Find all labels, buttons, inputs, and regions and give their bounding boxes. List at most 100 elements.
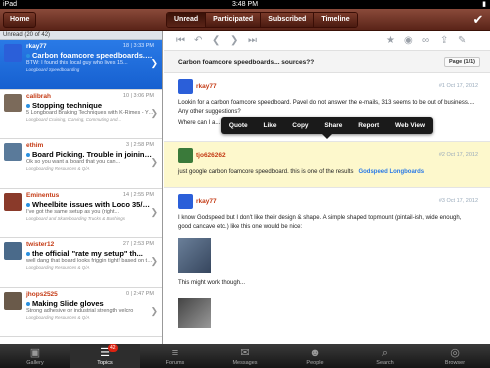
messages-icon: ✉ <box>240 347 250 359</box>
topic-title: Carbon foamcore speedboards... sources?? <box>26 51 154 60</box>
post-author[interactable]: tjo626262 <box>196 152 226 159</box>
tab-participated[interactable]: Participated <box>206 13 262 27</box>
topic-title-text: Making Slide gloves <box>32 298 104 308</box>
topic-snippet: 5 Longboard Braking Techniques with K-Ri… <box>26 109 154 116</box>
topic-title-text: Board Picking. Trouble in joining the lo… <box>32 150 154 159</box>
quote-menu-item[interactable]: Quote <box>229 122 248 129</box>
compass-icon[interactable]: ◉ <box>404 34 413 48</box>
topic-title-text: Stopping technique <box>32 100 102 110</box>
first-page-icon[interactable]: ⏮ <box>176 34 185 48</box>
chevron-right-icon: ❯ <box>150 157 158 167</box>
topic-row[interactable]: jhops2525 0 | 2:47 PM Making Slide gloves S… <box>0 288 162 337</box>
topic-title-text: Wheelbite issues with Loco 35/Polar Bear… <box>32 199 154 209</box>
thread-title-bar: Carbon foamcore speedboards... sources??… <box>164 51 490 73</box>
post-3[interactable]: rkay77 #3 Oct 17, 2012 I know Godspeed b… <box>164 188 490 344</box>
tab-gallery[interactable]: ▣ Gallery <box>0 344 70 368</box>
tab-topics[interactable]: ☰ 42 Topics <box>70 344 140 368</box>
topic-title: Board Picking. Trouble in joining the lo… <box>26 150 154 159</box>
avatar <box>178 79 193 94</box>
glasses-icon[interactable]: ∞ <box>422 34 429 48</box>
page-button[interactable]: Page (1/1) <box>444 57 480 67</box>
unread-badge: 42 <box>108 344 118 352</box>
list-header: Unread (20 of 42) <box>0 31 162 40</box>
post-image[interactable] <box>178 298 211 328</box>
topic-row[interactable]: Eminentus 14 | 2:55 PM Wheelbite issues wi… <box>0 189 162 238</box>
topic-forum: Longboarding Resources & Q/A <box>26 314 90 320</box>
post-2[interactable]: tjo626262 #2 Oct 17, 2012 just google ca… <box>164 142 490 188</box>
filter-segmented-control: Unread Participated Subscribed Timeline <box>166 12 358 28</box>
star-icon[interactable]: ★ <box>386 34 395 48</box>
topic-row[interactable]: rkay77 18 | 3:33 PM Carbon foamcore speedb… <box>0 40 162 90</box>
forums-icon: ≡ <box>171 347 179 359</box>
post-image[interactable] <box>178 238 211 273</box>
avatar <box>178 194 193 209</box>
topic-title: Making Slide gloves <box>26 299 154 308</box>
topic-forum: Longboard and Skateboarding Trucks & Bus… <box>26 215 125 221</box>
unread-dot-icon <box>26 153 30 158</box>
unread-dot-icon <box>26 301 30 306</box>
tab-timeline[interactable]: Timeline <box>314 13 357 27</box>
report-menu-item[interactable]: Report <box>358 122 379 129</box>
tab-unread[interactable]: Unread <box>167 13 207 27</box>
reply-icon[interactable]: ✎ <box>458 34 466 48</box>
unread-dot-icon <box>26 54 30 59</box>
mark-read-icon[interactable]: ✔ <box>470 12 486 28</box>
topic-meta: 10 | 3:06 PM <box>122 92 154 99</box>
topic-meta: 27 | 2:53 PM <box>122 241 154 247</box>
post-link[interactable]: Godspeed Longboards <box>358 169 424 175</box>
last-page-icon[interactable]: ⏭ <box>248 34 257 48</box>
post-body: Lookin for a carbon foamcore speedboard.… <box>178 100 475 115</box>
web-view-menu-item[interactable]: Web View <box>395 122 425 129</box>
chevron-right-icon: ❯ <box>150 107 158 118</box>
prev-icon[interactable]: ❮ <box>212 34 220 48</box>
context-menu: Quote Like Copy Share Report Web View <box>221 117 433 139</box>
avatar <box>4 93 22 112</box>
topic-meta: 0 | 2:47 PM <box>125 290 154 297</box>
unread-dot-icon <box>26 202 30 207</box>
nav-bar: Home Unread Participated Subscribed Time… <box>0 9 490 31</box>
post-author[interactable]: rkay77 <box>196 83 217 90</box>
topic-forum: Longboard Cruising, Carving, Commuting a… <box>26 116 122 122</box>
post-meta: #3 Oct 17, 2012 <box>438 198 478 204</box>
status-bar: iPad 3:48 PM ▮ <box>0 0 490 9</box>
tab-browser[interactable]: ◎ Browser <box>420 344 490 368</box>
topic-list: Unread (20 of 42) rkay77 18 | 3:33 PM Carb… <box>0 31 163 344</box>
share-menu-item[interactable]: Share <box>324 122 342 129</box>
back-icon[interactable]: ↶ <box>194 34 202 48</box>
topic-row[interactable]: twister12 27 | 2:53 PM the official "rate … <box>0 238 162 288</box>
browser-icon: ◎ <box>450 347 460 359</box>
tab-forums[interactable]: ≡ Forums <box>140 344 210 368</box>
topic-forum: Longboarding Resources & Q/A <box>26 166 90 171</box>
avatar <box>4 192 22 211</box>
tab-subscribed[interactable]: Subscribed <box>261 13 315 27</box>
unread-dot-icon <box>26 252 30 257</box>
topic-row[interactable]: ethim 3 | 2:58 PM Board Picking. Trouble i… <box>0 139 162 189</box>
copy-menu-item[interactable]: Copy <box>292 122 308 129</box>
topic-row[interactable]: calibrah 10 | 3:06 PM Stopping technique 5 … <box>0 90 162 139</box>
next-icon[interactable]: ❯ <box>230 34 238 48</box>
post-body: just google carbon foamcore speedboard. … <box>178 168 476 177</box>
post-text: just google carbon foamcore speedboard. … <box>178 169 354 175</box>
topic-title: Stopping technique <box>26 101 154 110</box>
battery-icon: ▮ <box>482 1 486 8</box>
avatar <box>4 44 22 62</box>
like-menu-item[interactable]: Like <box>263 122 276 129</box>
post-author[interactable]: rkay77 <box>196 198 217 205</box>
people-icon: ☻ <box>309 347 321 359</box>
thread-title: Carbon foamcore speedboards... sources?? <box>178 59 315 66</box>
chevron-right-icon: ❯ <box>150 58 158 68</box>
avatar <box>4 143 22 161</box>
tab-people[interactable]: ☻ People <box>280 344 350 368</box>
home-button[interactable]: Home <box>3 12 37 28</box>
topic-snippet: BTW: I found this local guy who lives 15… <box>26 60 128 66</box>
tab-search[interactable]: ⌕ Search <box>350 344 420 368</box>
topic-forum: Longboarding Resources & Q/A <box>26 265 90 270</box>
tab-messages[interactable]: ✉ Messages <box>210 344 280 368</box>
tab-bar: ▣ Gallery ☰ 42 Topics ≡ Forums ✉ Messages ☻ Pe… <box>0 344 490 368</box>
topic-meta: 14 | 2:55 PM <box>122 191 154 198</box>
post-body: I know Godspeed but I don't like their d… <box>178 215 462 230</box>
chevron-right-icon: ❯ <box>150 256 158 266</box>
share-icon[interactable]: ⇪ <box>440 34 448 48</box>
thread-toolbar: ⏮ ↶ ❮ ❯ ⏭ ★ ◉ ∞ ⇪ ✎ <box>164 31 490 51</box>
avatar <box>4 242 22 260</box>
